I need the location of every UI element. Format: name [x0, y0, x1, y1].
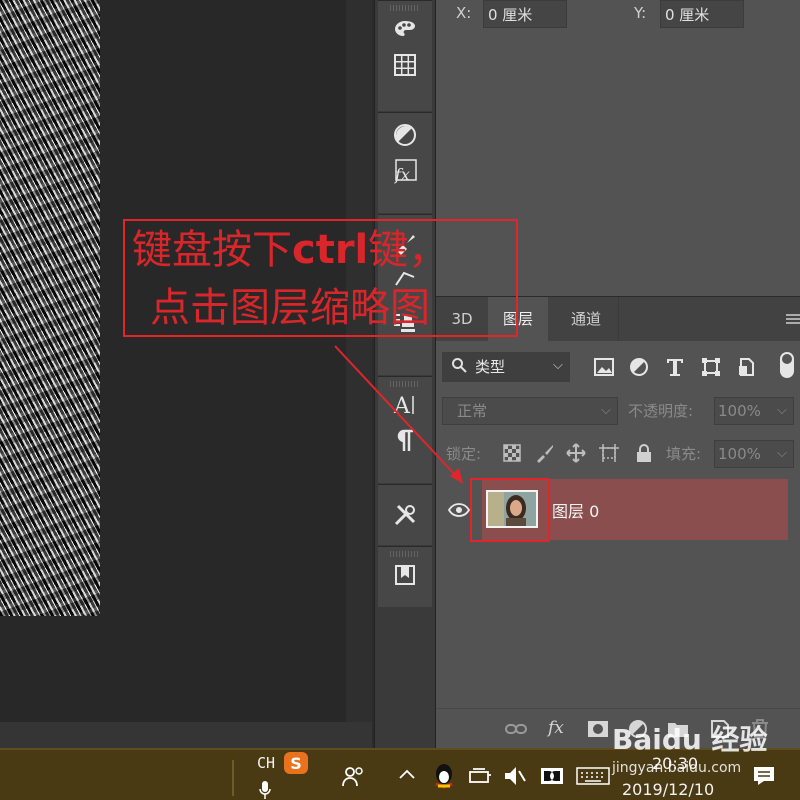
tool-group-1	[378, 0, 432, 111]
grip-handle-3[interactable]	[390, 551, 420, 557]
layer-thumbnail[interactable]	[486, 490, 538, 528]
fill-value: 100%	[718, 445, 761, 463]
chevron-down-icon-4: ⌵	[777, 446, 787, 461]
notification-icon[interactable]	[752, 764, 776, 788]
tool-group-2: fx	[378, 112, 432, 213]
filter-toggle[interactable]	[780, 352, 794, 378]
eye-icon[interactable]	[447, 498, 471, 522]
link-icon[interactable]	[504, 717, 528, 741]
svg-text:fx: fx	[546, 718, 564, 738]
annotation-line-1-start: 键盘按下	[132, 227, 292, 273]
lock-artboard-icon[interactable]	[597, 441, 621, 465]
fill-input[interactable]: 100% ⌵	[714, 440, 794, 468]
speaker-icon[interactable]	[502, 764, 528, 788]
y-input[interactable]: 0 厘米	[660, 0, 744, 28]
canvas-image	[0, 0, 100, 616]
panel-menu-icon[interactable]	[786, 311, 800, 330]
annotation-ctrl-key: ctrl	[292, 227, 369, 273]
chevron-down-icon: ⌵	[553, 358, 563, 373]
image-filter-icon[interactable]	[592, 355, 616, 379]
chevron-up-icon[interactable]	[398, 768, 416, 780]
microphone-icon[interactable]	[258, 780, 272, 800]
mask-icon[interactable]	[586, 717, 610, 741]
annotation-line-1: 键盘按下ctrl键，	[132, 226, 448, 274]
watermark-url: jingyan.baidu.com	[612, 760, 742, 776]
clock-date[interactable]: 2019/12/10	[622, 780, 714, 799]
sogou-ime-icon[interactable]: S	[284, 752, 308, 774]
x-label: X:	[456, 4, 472, 22]
opacity-input[interactable]: 100% ⌵	[714, 397, 794, 425]
canvas-bottom-bar	[0, 722, 372, 748]
filter-kind-label: 类型	[475, 358, 506, 376]
lock-pixels-icon[interactable]	[533, 441, 557, 465]
device-icon[interactable]	[468, 766, 492, 786]
qq-icon[interactable]	[430, 762, 458, 790]
grip-handle[interactable]	[390, 5, 420, 11]
people-icon[interactable]	[342, 766, 366, 788]
x-input[interactable]: 0 厘米	[483, 0, 567, 28]
lock-all-icon[interactable]	[632, 441, 656, 465]
y-label: Y:	[634, 4, 647, 22]
opacity-label: 不透明度:	[628, 402, 694, 420]
ime-indicator[interactable]: CH	[257, 754, 275, 772]
tools-icon[interactable]	[378, 497, 432, 533]
dolby-icon[interactable]	[540, 766, 564, 786]
keyboard-icon[interactable]	[576, 766, 610, 786]
layer-name[interactable]: 图层 0	[552, 498, 599, 522]
svg-text:fx: fx	[394, 165, 410, 184]
text-filter-icon[interactable]	[663, 355, 687, 379]
lock-position-icon[interactable]	[564, 441, 588, 465]
fill-label: 填充:	[666, 445, 702, 463]
shape-filter-icon[interactable]	[699, 355, 723, 379]
grid-icon[interactable]	[378, 47, 432, 83]
opacity-value: 100%	[718, 402, 761, 420]
palette-icon[interactable]	[378, 11, 432, 47]
smart-object-filter-icon[interactable]	[735, 355, 759, 379]
bookmark-icon[interactable]	[378, 557, 432, 593]
tool-group-5	[378, 484, 432, 545]
fx-icon[interactable]: fx	[378, 153, 432, 189]
chevron-down-icon-3: ⌵	[777, 403, 787, 418]
annotation-arrow	[334, 345, 463, 484]
annotation-line-1-end: 键，	[368, 227, 449, 273]
annotation-line-2: 点击图层缩略图	[150, 285, 430, 331]
adjustment-filter-icon[interactable]	[627, 355, 651, 379]
fx-icon-footer[interactable]: fx	[546, 715, 570, 739]
lock-transparent-icon[interactable]	[500, 441, 524, 465]
watermark-brand: Baidu 经验	[612, 723, 768, 756]
tab-channels[interactable]: 通道	[554, 297, 619, 341]
chevron-down-icon-2: ⌵	[601, 403, 611, 418]
taskbar-divider	[232, 760, 234, 796]
adjust-icon[interactable]	[378, 117, 432, 153]
tool-group-6	[378, 546, 432, 607]
